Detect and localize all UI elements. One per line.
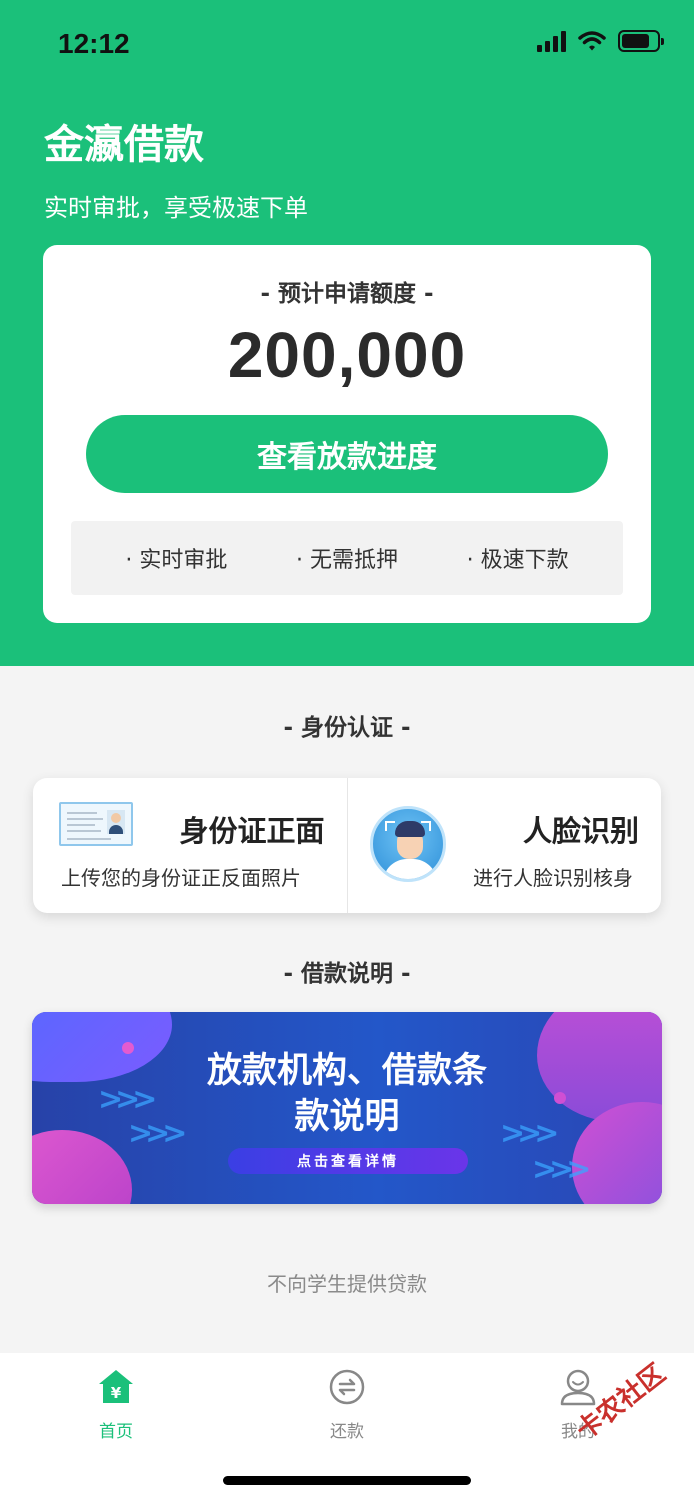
tab-repay[interactable]: 还款: [287, 1367, 407, 1442]
banner-title-line: 款说明: [294, 1097, 400, 1137]
view-details-button[interactable]: 点击查看详情: [228, 1148, 468, 1174]
home-icon: ¥: [99, 1370, 133, 1403]
face-recognition-title: 人脸识别: [522, 814, 639, 848]
loan-section-title: - 借款说明 -: [283, 961, 411, 987]
tab-home-label: 首页: [99, 1422, 133, 1442]
tab-home[interactable]: ¥ 首页: [56, 1367, 176, 1442]
loan-terms-banner[interactable]: >>> >>> >>> >>> 放款机构、借款条 款说明 点击查看详情: [32, 1012, 662, 1204]
status-time: 12:12: [58, 28, 130, 59]
face-recognition-icon: [369, 806, 446, 882]
home-indicator: [223, 1476, 471, 1485]
id-card-description: 上传您的身份证正反面照片: [61, 866, 301, 890]
identity-section-title: - 身份认证 -: [283, 715, 411, 741]
app-subtitle: 实时审批，享受极速下单: [44, 194, 308, 222]
svg-text:¥: ¥: [111, 1384, 122, 1402]
quota-label: - 预计申请额度 -: [260, 281, 434, 307]
feature-list: · 实时审批 · 无需抵押 · 极速下款: [71, 521, 623, 595]
arrow-decoration-icon: >>>: [532, 1152, 591, 1187]
feature-item: · 极速下款: [466, 548, 569, 573]
face-recognition[interactable]: 人脸识别 进行人脸识别核身: [346, 778, 662, 913]
view-progress-button[interactable]: 查看放款进度: [86, 415, 608, 493]
repay-icon: [329, 1369, 365, 1405]
banner-title: 放款机构、借款条 款说明: [32, 1048, 662, 1140]
id-card-upload[interactable]: 身份证正面 上传您的身份证正反面照片: [33, 778, 347, 913]
feature-item: · 实时审批: [125, 548, 228, 573]
id-card-title: 身份证正面: [179, 814, 325, 848]
battery-icon: [618, 30, 664, 52]
status-icons: [537, 30, 664, 52]
identity-card: 身份证正面 上传您的身份证正反面照片 人脸识别 进行人脸识别核身: [33, 778, 661, 913]
banner-title-line: 放款机构、借款条: [206, 1051, 487, 1091]
face-recognition-description: 进行人脸识别核身: [473, 866, 633, 890]
feature-item: · 无需抵押: [295, 548, 398, 573]
cellular-signal-icon: [537, 30, 566, 52]
quota-amount: 200,000: [227, 319, 467, 391]
id-card-icon: [59, 802, 133, 846]
wifi-icon: [578, 31, 606, 51]
tab-repay-label: 还款: [330, 1422, 364, 1442]
app-title: 金瀛借款: [44, 122, 204, 168]
student-notice: 不向学生提供贷款: [267, 1272, 427, 1296]
